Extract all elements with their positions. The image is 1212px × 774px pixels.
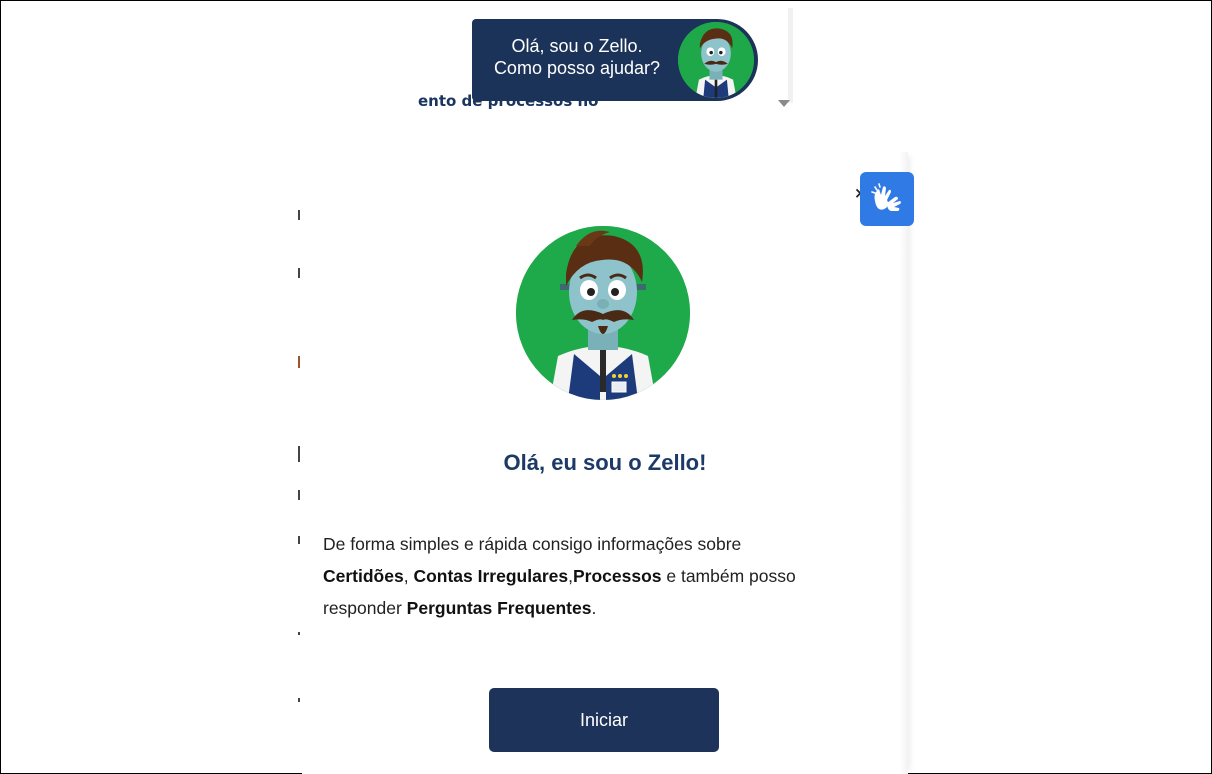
zello-mascot-icon	[678, 22, 754, 98]
panel-description: De forma simples e rápida consigo inform…	[323, 528, 883, 624]
greeting-bubble[interactable]: Olá, sou o Zello. Como posso ajudar?	[472, 19, 758, 101]
desc-intro: De forma simples e rápida consigo inform…	[323, 534, 742, 554]
greeting-line-1: Olá, sou o Zello.	[511, 36, 643, 56]
caret-down-icon[interactable]	[778, 100, 790, 107]
desc-separator: ,	[403, 566, 414, 586]
topic-processos: Processos	[572, 566, 662, 586]
background-divider	[788, 8, 793, 103]
panel-title: Olá, eu sou o Zello!	[503, 450, 707, 475]
zello-mascot-icon	[516, 226, 690, 400]
topic-perguntas-frequentes: Perguntas Frequentes	[406, 598, 592, 618]
sign-language-hands-icon	[871, 183, 901, 211]
greeting-text: Olá, sou o Zello. Como posso ajudar?	[472, 35, 682, 79]
start-button[interactable]: Iniciar	[489, 688, 719, 752]
desc-end: .	[591, 598, 597, 618]
desc-middle: e também posso	[661, 566, 796, 586]
accessibility-button[interactable]	[860, 172, 914, 226]
topic-contas-irregulares: Contas Irregulares	[413, 566, 569, 586]
desc-tail: responder	[323, 598, 407, 618]
topic-certidoes: Certidões	[323, 566, 404, 586]
greeting-line-2: Como posso ajudar?	[493, 58, 661, 78]
